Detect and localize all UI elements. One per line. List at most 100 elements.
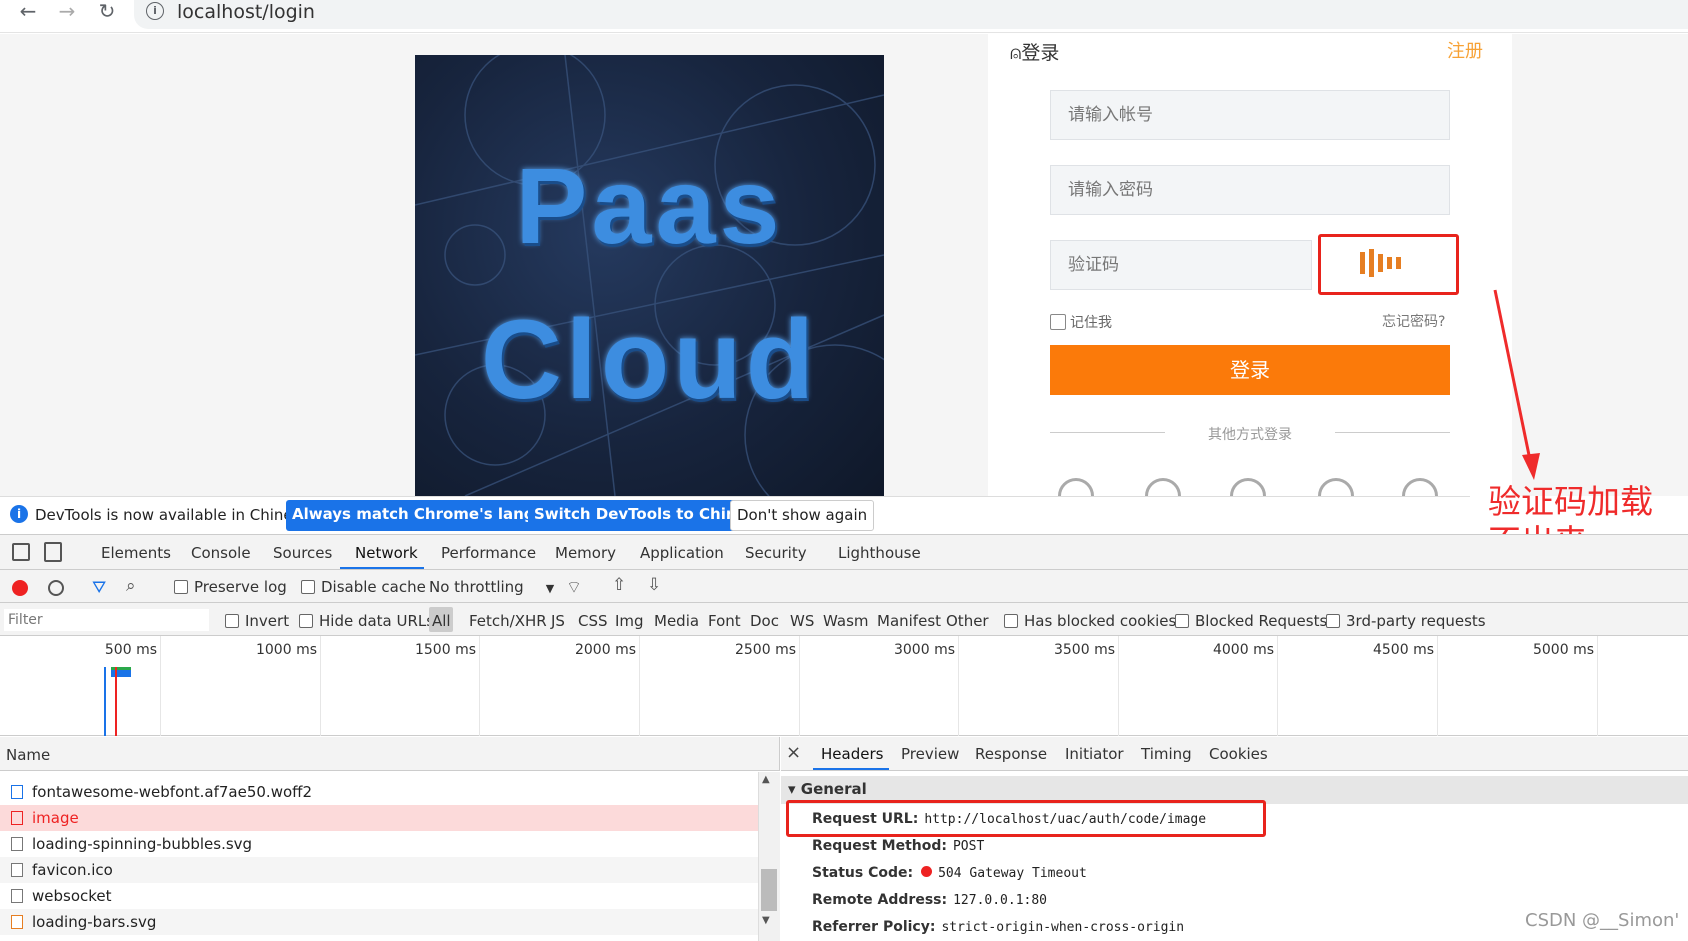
remember-checkbox[interactable] [1050, 314, 1066, 330]
file-icon [11, 863, 23, 877]
status-code-field: Status Code: 504 Gateway Timeout [812, 865, 1087, 881]
filter-manifest[interactable]: Manifest [877, 612, 941, 630]
tab-security[interactable]: Security [745, 544, 807, 562]
user-icon: ⍝ [1010, 42, 1022, 64]
request-row[interactable]: fontawesome-webfont.af7ae50.woff2 [0, 779, 758, 805]
filter-fetch-xhr[interactable]: Fetch/XHR [469, 612, 547, 630]
password-input[interactable]: 请输入密码 [1050, 165, 1450, 215]
account-input[interactable]: 请输入帐号 [1050, 90, 1450, 140]
tab-initiator[interactable]: Initiator [1065, 745, 1124, 763]
address-bar[interactable] [134, 0, 1688, 29]
remote-address-field: Remote Address: 127.0.0.1:80 [812, 892, 1048, 908]
tab-timing[interactable]: Timing [1141, 745, 1192, 763]
triangle-down-icon: ▾ [788, 780, 801, 798]
scrollbar-thumb[interactable] [761, 869, 777, 911]
throttling-select[interactable]: No throttling ▼ [429, 578, 554, 596]
register-link[interactable]: 注册 [1447, 37, 1483, 63]
logo-text-cloud: Cloud [480, 297, 819, 422]
forward-icon[interactable]: → [53, 0, 81, 24]
clear-icon[interactable] [48, 580, 64, 596]
timeline-label: 1000 ms [255, 642, 317, 658]
active-details-tab-indicator [813, 768, 889, 770]
tab-console[interactable]: Console [191, 544, 251, 562]
hide-data-urls-toggle[interactable]: Hide data URLs [299, 612, 434, 630]
annotation-arrow [1493, 289, 1540, 480]
tab-preview[interactable]: Preview [901, 745, 959, 763]
blocked-requests-toggle[interactable]: Blocked Requests [1175, 612, 1327, 630]
other-login-label: 其他方式登录 [1208, 427, 1292, 443]
tab-lighthouse[interactable]: Lighthouse [838, 544, 921, 562]
name-column-header[interactable]: Name [6, 746, 50, 764]
filter-doc[interactable]: Doc [750, 612, 779, 630]
request-list-header [0, 737, 780, 771]
tab-elements[interactable]: Elements [101, 544, 171, 562]
has-blocked-cookies-toggle[interactable]: Has blocked cookies [1004, 612, 1176, 630]
timeline-gridline [479, 636, 480, 736]
request-row[interactable]: favicon.ico [0, 857, 758, 883]
inspect-element-icon[interactable] [12, 543, 30, 561]
tab-sources[interactable]: Sources [273, 544, 332, 562]
timeline-request-bar [111, 667, 131, 677]
scroll-up-icon[interactable]: ▲ [762, 774, 770, 785]
loading-bars-icon [1360, 249, 1410, 277]
request-row[interactable]: loading-spinning-bubbles.svg [0, 831, 758, 857]
timeline-gridline [1437, 636, 1438, 736]
filter-media[interactable]: Media [654, 612, 699, 630]
timeline-label: 500 ms [104, 642, 157, 658]
tab-response[interactable]: Response [975, 745, 1047, 763]
watermark: CSDN @__Simon' [1525, 910, 1680, 931]
third-party-toggle[interactable]: 3rd-party requests [1326, 612, 1486, 630]
filter-wasm[interactable]: Wasm [823, 612, 869, 630]
timeline-label: 3000 ms [893, 642, 955, 658]
scroll-down-icon[interactable]: ▼ [762, 915, 770, 926]
tab-application[interactable]: Application [640, 544, 724, 562]
device-toolbar-icon[interactable] [44, 542, 62, 562]
preserve-log-toggle[interactable]: Preserve log [174, 578, 287, 596]
import-har-icon[interactable]: ⇧ [612, 575, 626, 595]
reload-icon[interactable]: ↻ [93, 0, 121, 24]
general-section-title[interactable]: ▾ General [788, 780, 867, 798]
file-icon [11, 889, 23, 903]
active-tab-indicator [340, 567, 424, 569]
timeline-label: 4500 ms [1372, 642, 1434, 658]
tab-memory[interactable]: Memory [555, 544, 616, 562]
site-info-icon[interactable]: i [146, 2, 164, 20]
tab-network[interactable]: Network [355, 544, 418, 562]
filter-font[interactable]: Font [708, 612, 741, 630]
timeline-gridline [958, 636, 959, 736]
invert-toggle[interactable]: Invert [225, 612, 289, 630]
filter-icon[interactable]: ⛛ [92, 578, 106, 598]
request-url-highlight [786, 800, 1266, 837]
filter-css[interactable]: CSS [578, 612, 608, 630]
dont-show-again-button[interactable]: Don't show again [730, 500, 875, 531]
tab-headers[interactable]: Headers [821, 745, 883, 763]
request-row-failed[interactable]: image [0, 805, 758, 831]
url-text[interactable]: localhost/login [177, 0, 315, 24]
filter-other[interactable]: Other [946, 612, 989, 630]
filter-ws[interactable]: WS [790, 612, 814, 630]
paas-cloud-logo: Paas Cloud [415, 55, 884, 496]
back-icon[interactable]: ← [14, 0, 42, 24]
captcha-input[interactable]: 验证码 [1050, 240, 1312, 290]
request-row[interactable]: websocket [0, 883, 758, 909]
remember-me[interactable]: 记住我 [1050, 312, 1112, 332]
close-details-icon[interactable]: × [786, 742, 801, 763]
record-icon[interactable] [12, 580, 28, 596]
login-button[interactable]: 登录 [1050, 345, 1450, 395]
network-conditions-icon[interactable]: ⌔ [566, 577, 582, 598]
timeline-label: 5000 ms [1532, 642, 1594, 658]
filter-input[interactable]: Filter [4, 609, 209, 631]
svg-file-icon [11, 915, 23, 929]
request-row[interactable]: loading-bars.svg [0, 909, 758, 935]
filter-img[interactable]: Img [615, 612, 644, 630]
export-har-icon[interactable]: ⇩ [647, 575, 661, 595]
image-file-icon [11, 811, 23, 825]
filter-all[interactable]: All [432, 612, 451, 630]
info-icon: i [10, 505, 28, 523]
disable-cache-toggle[interactable]: Disable cache [301, 578, 426, 596]
forgot-password-link[interactable]: 忘记密码? [1382, 311, 1445, 331]
search-icon[interactable]: ⌕ [126, 576, 136, 596]
tab-cookies[interactable]: Cookies [1209, 745, 1268, 763]
tab-performance[interactable]: Performance [441, 544, 536, 562]
filter-js[interactable]: JS [551, 612, 565, 630]
